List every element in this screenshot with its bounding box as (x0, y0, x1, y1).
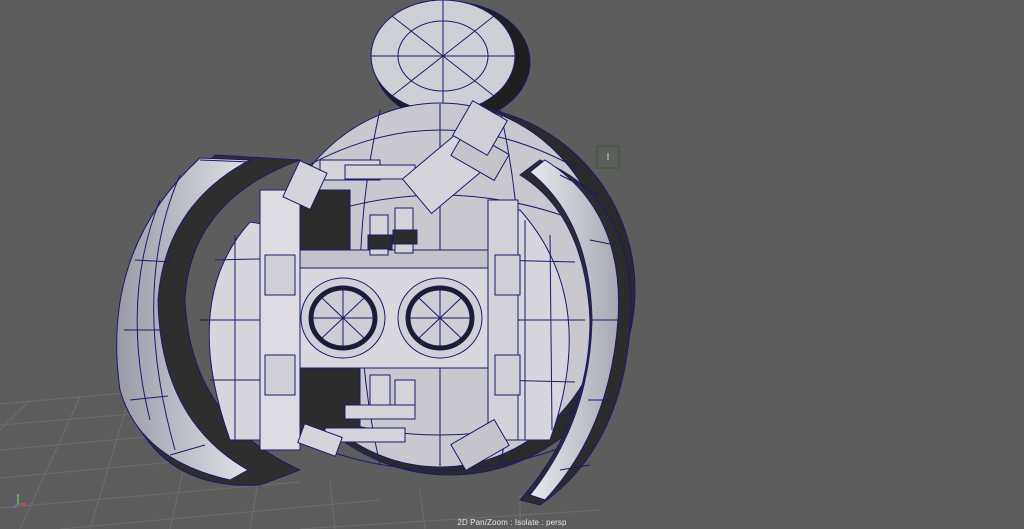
locator-marker[interactable] (596, 145, 620, 169)
maya-perspective-viewport[interactable]: 2D Pan/Zoom : Isolate : persp (0, 0, 1024, 529)
goggle-lens-right (397, 277, 483, 359)
viewport-hud-label: 2D Pan/Zoom : Isolate : persp (457, 518, 567, 527)
axis-z-line (12, 503, 19, 509)
viewport-scene[interactable] (0, 0, 1024, 529)
goggle-lens-left (300, 277, 386, 359)
axis-gizmo (12, 494, 26, 509)
